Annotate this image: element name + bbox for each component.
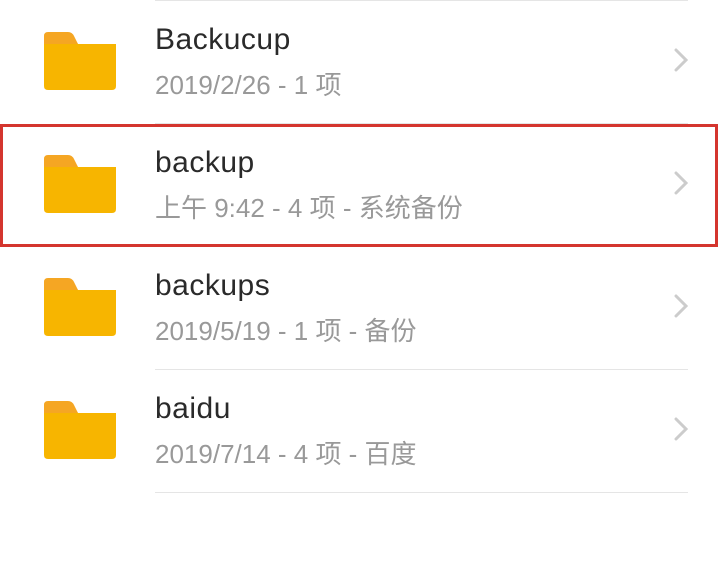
folder-icon xyxy=(40,274,155,343)
file-info: backup 上午 9:42 - 4 项 - 系统备份 xyxy=(155,146,664,225)
chevron-right-icon xyxy=(664,417,688,446)
file-list: Backucup 2019/2/26 - 1 项 backup 上午 9:42 … xyxy=(0,0,718,493)
folder-meta: 2019/7/14 - 4 项 - 百度 xyxy=(155,434,664,471)
folder-name: backup xyxy=(155,146,664,180)
folder-meta: 2019/2/26 - 1 项 xyxy=(155,65,664,102)
chevron-right-icon xyxy=(664,48,688,77)
folder-name: Backucup xyxy=(155,23,664,57)
folder-icon xyxy=(40,151,155,220)
chevron-right-icon xyxy=(664,171,688,200)
file-info: baidu 2019/7/14 - 4 项 - 百度 xyxy=(155,392,664,471)
folder-item-baidu[interactable]: baidu 2019/7/14 - 4 项 - 百度 xyxy=(0,370,718,493)
folder-meta: 2019/5/19 - 1 项 - 备份 xyxy=(155,311,664,348)
folder-item-backucup[interactable]: Backucup 2019/2/26 - 1 项 xyxy=(0,1,718,124)
folder-item-backup[interactable]: backup 上午 9:42 - 4 项 - 系统备份 xyxy=(0,124,718,247)
file-info: backups 2019/5/19 - 1 项 - 备份 xyxy=(155,269,664,348)
folder-icon xyxy=(40,397,155,466)
folder-name: backups xyxy=(155,269,664,303)
folder-item-backups[interactable]: backups 2019/5/19 - 1 项 - 备份 xyxy=(0,247,718,370)
chevron-right-icon xyxy=(664,294,688,323)
folder-name: baidu xyxy=(155,392,664,426)
file-info: Backucup 2019/2/26 - 1 项 xyxy=(155,23,664,102)
folder-icon xyxy=(40,28,155,97)
folder-meta: 上午 9:42 - 4 项 - 系统备份 xyxy=(155,188,664,225)
